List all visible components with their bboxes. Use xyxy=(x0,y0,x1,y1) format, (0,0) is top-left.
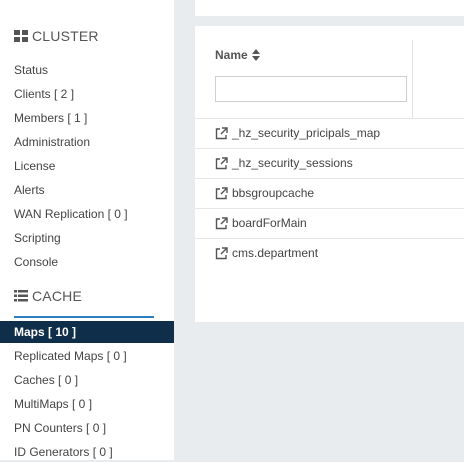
table-row: bbsgroupcache xyxy=(195,178,464,208)
sidebar-item-multimaps[interactable]: MultiMaps [ 0 ] xyxy=(14,394,92,414)
sidebar-item-id-generators[interactable]: ID Generators [ 0 ] xyxy=(14,442,113,462)
sidebar-item-clients[interactable]: Clients [ 2 ] xyxy=(14,84,74,104)
sidebar-item-status[interactable]: Status xyxy=(14,60,48,80)
sidebar: CLUSTER Status Clients [ 2 ] Members [ 1… xyxy=(0,0,174,460)
sidebar-item-license[interactable]: License xyxy=(14,156,55,176)
cache-section-title: CACHE xyxy=(14,288,82,304)
column-divider xyxy=(412,40,413,118)
map-link[interactable]: boardForMain xyxy=(215,216,307,230)
map-link[interactable]: _hz_security_sessions xyxy=(215,156,353,170)
external-link-icon xyxy=(215,186,228,199)
external-link-icon xyxy=(215,126,228,139)
table-row: cms.department xyxy=(195,238,464,268)
cluster-section-title: CLUSTER xyxy=(14,28,99,44)
map-name: cms.department xyxy=(232,246,319,260)
name-column-header[interactable]: Name xyxy=(215,48,260,62)
name-header-label: Name xyxy=(215,48,248,62)
map-name: _hz_security_sessions xyxy=(232,156,353,170)
map-name: boardForMain xyxy=(232,216,307,230)
sidebar-item-replicated-maps[interactable]: Replicated Maps [ 0 ] xyxy=(14,346,127,366)
cache-title-text: CACHE xyxy=(32,288,83,304)
th-large-icon xyxy=(14,30,28,42)
list-icon xyxy=(14,290,28,302)
sidebar-item-maps[interactable]: Maps [ 10 ] xyxy=(0,321,174,343)
sidebar-item-pn-counters[interactable]: PN Counters [ 0 ] xyxy=(14,418,106,438)
sidebar-item-console[interactable]: Console xyxy=(14,252,58,272)
external-link-icon xyxy=(215,216,228,229)
top-panel-remnant xyxy=(195,0,464,16)
name-filter-input[interactable] xyxy=(215,76,407,102)
cache-section-underline xyxy=(14,316,154,318)
sidebar-item-scripting[interactable]: Scripting xyxy=(14,228,61,248)
external-link-icon xyxy=(215,156,228,169)
sidebar-item-caches[interactable]: Caches [ 0 ] xyxy=(14,370,78,390)
sidebar-item-wan-replication[interactable]: WAN Replication [ 0 ] xyxy=(14,204,128,224)
maps-table-panel: Name _hz_security_pricipals_map _hz_secu… xyxy=(195,26,464,322)
sidebar-item-alerts[interactable]: Alerts xyxy=(14,180,45,200)
sidebar-item-members[interactable]: Members [ 1 ] xyxy=(14,108,87,128)
table-row: _hz_security_pricipals_map xyxy=(195,118,464,148)
map-name: bbsgroupcache xyxy=(232,186,315,200)
sort-icon[interactable] xyxy=(251,49,260,61)
table-row: boardForMain xyxy=(195,208,464,238)
sidebar-item-administration[interactable]: Administration xyxy=(14,132,90,152)
map-link[interactable]: cms.department xyxy=(215,246,318,260)
map-link[interactable]: _hz_security_pricipals_map xyxy=(215,126,380,140)
table-row: _hz_security_sessions xyxy=(195,148,464,178)
external-link-icon xyxy=(215,246,228,259)
map-name: _hz_security_pricipals_map xyxy=(232,126,381,140)
cluster-title-text: CLUSTER xyxy=(32,28,99,44)
map-link[interactable]: bbsgroupcache xyxy=(215,186,314,200)
